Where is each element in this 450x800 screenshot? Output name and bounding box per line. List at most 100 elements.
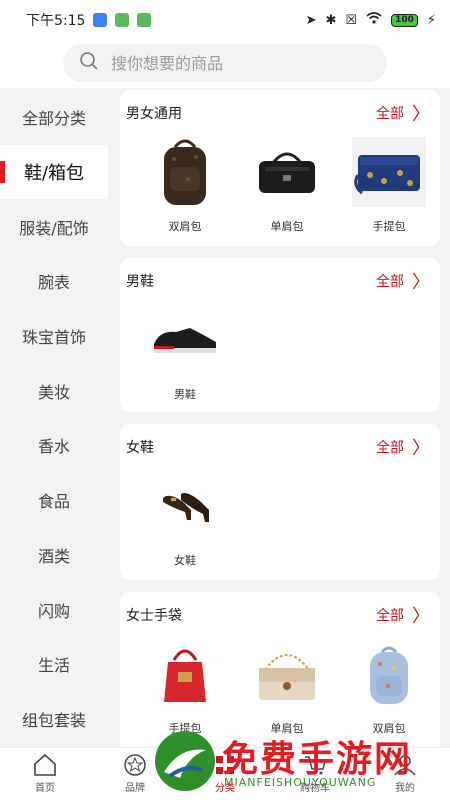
- search-bar[interactable]: [63, 44, 387, 82]
- category-content: 男女通用 全部〉 双肩包 单肩包 手提包 男鞋 全部 〉 男鞋 女鞋 全部 〉 …: [108, 90, 450, 747]
- sidebar-item-perfume[interactable]: 香水: [0, 418, 108, 473]
- tab-home[interactable]: 首页: [0, 748, 90, 800]
- section-card: 女士手袋 全部〉 手提包 单肩包 双肩包: [120, 592, 440, 747]
- view-all-link[interactable]: 全部〉: [376, 602, 430, 628]
- section-header: 男女通用 全部〉: [120, 90, 440, 136]
- red-bucket-bag-image: [145, 638, 225, 710]
- category-item[interactable]: 女鞋: [134, 470, 236, 568]
- wifi-icon: [366, 12, 382, 28]
- sidebar-item-flash-sale[interactable]: 闪购: [0, 582, 108, 637]
- section-header: 女士手袋 全部〉: [120, 592, 440, 638]
- search-header: [0, 40, 450, 88]
- section-title: 男鞋: [126, 274, 154, 290]
- view-all-label: 全部: [376, 106, 404, 122]
- sim-icon: ☒: [345, 12, 358, 28]
- sidebar-item-food[interactable]: 食品: [0, 473, 108, 528]
- search-input[interactable]: [111, 53, 331, 73]
- section-header: 男鞋 全部〉: [120, 258, 440, 304]
- sidebar-item-label: 香水: [37, 437, 70, 457]
- section-card: 男鞋 全部〉 男鞋: [120, 258, 440, 412]
- view-all-link[interactable]: 全部〉: [376, 100, 430, 126]
- sidebar-item-label: 食品: [37, 492, 70, 512]
- sidebar-item-label: 酒类: [37, 546, 70, 566]
- item-name: 手提包: [372, 220, 406, 233]
- tab-label: 分类: [215, 783, 235, 794]
- star-icon: [124, 754, 146, 776]
- view-all-label: 全部: [376, 608, 404, 624]
- chevron-right-icon: 〉: [412, 272, 430, 293]
- section-title: 女鞋: [126, 440, 154, 456]
- chevron-right-icon: 〉: [412, 606, 430, 627]
- category-item[interactable]: 单肩包: [236, 638, 338, 736]
- section-card: 女鞋 全部〉 女鞋: [120, 424, 440, 580]
- app-notification-icon: [93, 13, 108, 27]
- category-item[interactable]: 男鞋: [134, 304, 236, 402]
- tab-label: 我的: [395, 783, 415, 794]
- tab-category[interactable]: 分类: [180, 748, 270, 800]
- section-title: 女士手袋: [126, 608, 182, 624]
- sidebar-item-label: 美妆: [37, 382, 70, 402]
- sidebar-item-label: 闪购: [37, 601, 70, 621]
- view-all-label: 全部: [376, 440, 404, 456]
- womens-shoe-image: [145, 470, 225, 542]
- category-item[interactable]: 手提包: [338, 136, 440, 234]
- status-bar: 下午5:15 ➤ ✱ ☒ 100 ⚡: [0, 0, 450, 40]
- sidebar-item-wine[interactable]: 酒类: [0, 528, 108, 583]
- sidebar-item-label: 生活: [37, 656, 70, 676]
- tab-label: 品牌: [125, 783, 145, 794]
- tab-cart[interactable]: 购物车: [270, 748, 360, 800]
- bluetooth-icon: ✱: [325, 12, 337, 28]
- battery-indicator: 100: [391, 13, 418, 27]
- view-all-link[interactable]: 全部〉: [376, 268, 430, 294]
- status-icons: ➤ ✱ ☒ 100 ⚡: [306, 12, 436, 28]
- sidebar-item-jewelry[interactable]: 珠宝首饰: [0, 309, 108, 364]
- blue-backpack-image: [349, 638, 429, 710]
- app-notification-icon: [137, 13, 152, 27]
- view-all-link[interactable]: 全部〉: [376, 434, 430, 460]
- sidebar-item-life[interactable]: 生活: [0, 637, 108, 692]
- chevron-right-icon: 〉: [412, 104, 430, 125]
- item-name: 女鞋: [174, 554, 196, 567]
- tab-me[interactable]: 我的: [360, 748, 450, 800]
- item-name: 双肩包: [372, 722, 406, 735]
- charging-icon: ⚡: [426, 12, 436, 28]
- sidebar-item-label: 组包套装: [21, 710, 86, 730]
- sidebar-item-all[interactable]: 全部分类: [0, 90, 108, 145]
- sidebar-item-bundles[interactable]: 组包套装: [0, 692, 108, 747]
- section-title: 男女通用: [126, 106, 182, 122]
- sidebar-item-label: 珠宝首饰: [21, 328, 86, 348]
- sidebar-item-label: 全部分类: [21, 109, 86, 129]
- category-item[interactable]: 手提包: [134, 638, 236, 736]
- chain-shoulder-bag-image: [247, 638, 327, 710]
- search-icon: [79, 51, 99, 75]
- status-time: 下午5:15: [26, 13, 86, 29]
- tab-label: 首页: [35, 783, 55, 794]
- app-notification-icon: [115, 13, 130, 27]
- item-name: 双肩包: [168, 220, 202, 233]
- sidebar-item-shoes-bags[interactable]: 鞋/箱包: [0, 144, 108, 200]
- category-icon: [216, 756, 234, 774]
- item-name: 单肩包: [270, 722, 304, 735]
- location-icon: ➤: [305, 12, 317, 28]
- bottom-tab-bar: 首页 品牌 分类 购物车 我的: [0, 747, 450, 800]
- sidebar-item-label: 鞋/箱包: [23, 163, 85, 185]
- section-card: 男女通用 全部〉 双肩包 单肩包 手提包: [120, 90, 440, 246]
- sidebar-item-beauty[interactable]: 美妆: [0, 363, 108, 418]
- item-name: 男鞋: [174, 388, 196, 401]
- mens-shoe-image: [145, 304, 225, 376]
- sidebar-item-clothing[interactable]: 服装/配饰: [0, 199, 108, 254]
- home-icon: [34, 753, 56, 776]
- sidebar-item-watches[interactable]: 腕表: [0, 254, 108, 309]
- section-header: 女鞋 全部〉: [120, 424, 440, 470]
- backpack-image: [145, 136, 225, 208]
- shoulder-bag-image: [247, 136, 327, 208]
- category-item[interactable]: 双肩包: [338, 638, 440, 736]
- category-item[interactable]: 单肩包: [236, 136, 338, 234]
- tab-brand[interactable]: 品牌: [90, 748, 180, 800]
- view-all-label: 全部: [376, 274, 404, 290]
- sidebar-item-label: 腕表: [37, 273, 70, 293]
- category-item[interactable]: 双肩包: [134, 136, 236, 234]
- category-sidebar: 全部分类 鞋/箱包 服装/配饰 腕表 珠宝首饰 美妆 香水 食品 酒类 闪购 生…: [0, 90, 108, 747]
- sidebar-item-label: 服装/配饰: [19, 218, 89, 238]
- chevron-right-icon: 〉: [412, 438, 430, 459]
